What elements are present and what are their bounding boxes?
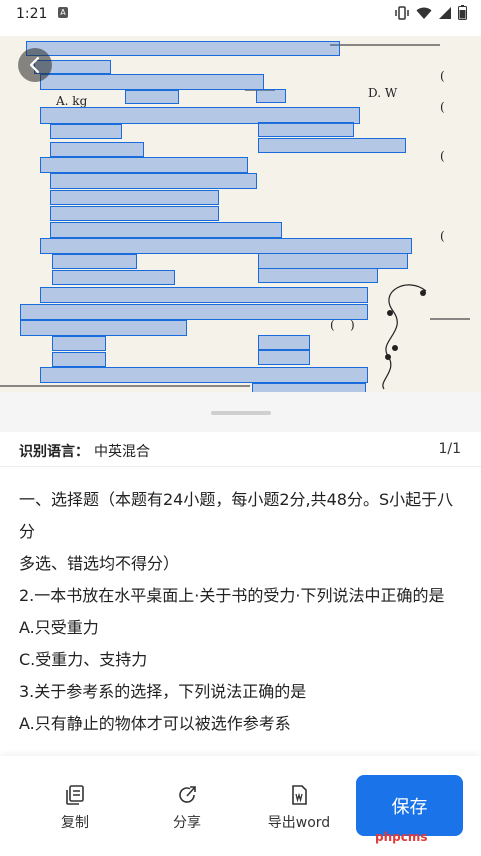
- trajectory-diagram: [382, 284, 427, 390]
- status-time: 1:21: [16, 6, 48, 22]
- ocr-line: 2.一本书放在水平桌面上·关于书的受力·下列说法中正确的是: [19, 586, 445, 605]
- export-word-button[interactable]: 导出word: [259, 784, 339, 832]
- vibrate-icon: [395, 5, 409, 20]
- scanned-document-image: A. kg D. W ( ( ( ( ( ): [0, 36, 481, 392]
- save-button[interactable]: 保存: [356, 775, 463, 836]
- language-label: 识别语言：: [19, 444, 89, 460]
- notification-app-icon: A: [58, 7, 68, 18]
- wifi-icon: [416, 7, 432, 19]
- back-button[interactable]: [18, 48, 52, 82]
- word-file-icon: [292, 785, 307, 805]
- ocr-result-text[interactable]: 一、选择题（本题有24小题，每小题2分,共48分。S小起于八分 多选、错选均不得…: [19, 484, 465, 749]
- signal-icon: [439, 6, 451, 19]
- ocr-line: 3.关于参考系的选择，下列说法正确的是: [19, 682, 307, 701]
- share-icon: [179, 786, 196, 803]
- status-bar: 1:21 A: [0, 0, 481, 28]
- ocr-line: A.只受重力: [19, 618, 99, 637]
- status-icons: [394, 5, 467, 20]
- ocr-line: C.受重力、支持力: [19, 650, 148, 669]
- watermark: phpcms: [375, 830, 428, 844]
- export-word-label: 导出word: [267, 815, 331, 831]
- language-value[interactable]: 中英混合: [94, 441, 150, 461]
- ocr-line: 一、选择题（本题有24小题，每小题2分,共48分。S小起于八分: [19, 490, 454, 541]
- share-button[interactable]: 分享: [147, 784, 227, 832]
- copy-label: 复制: [61, 815, 89, 831]
- ocr-line: A.只有静止的物体才可以被选作参考系: [19, 714, 291, 733]
- copy-button[interactable]: 复制: [35, 784, 115, 832]
- copy-icon: [66, 785, 84, 805]
- battery-icon: [458, 5, 467, 20]
- drag-handle[interactable]: [211, 411, 271, 415]
- page-indicator: 1/1: [438, 441, 461, 457]
- share-label: 分享: [173, 815, 201, 831]
- ocr-line: 多选、错选均不得分）: [19, 554, 180, 573]
- chevron-left-icon: [29, 56, 40, 74]
- recognition-language-row[interactable]: 识别语言： 中英混合 1/1: [0, 432, 481, 467]
